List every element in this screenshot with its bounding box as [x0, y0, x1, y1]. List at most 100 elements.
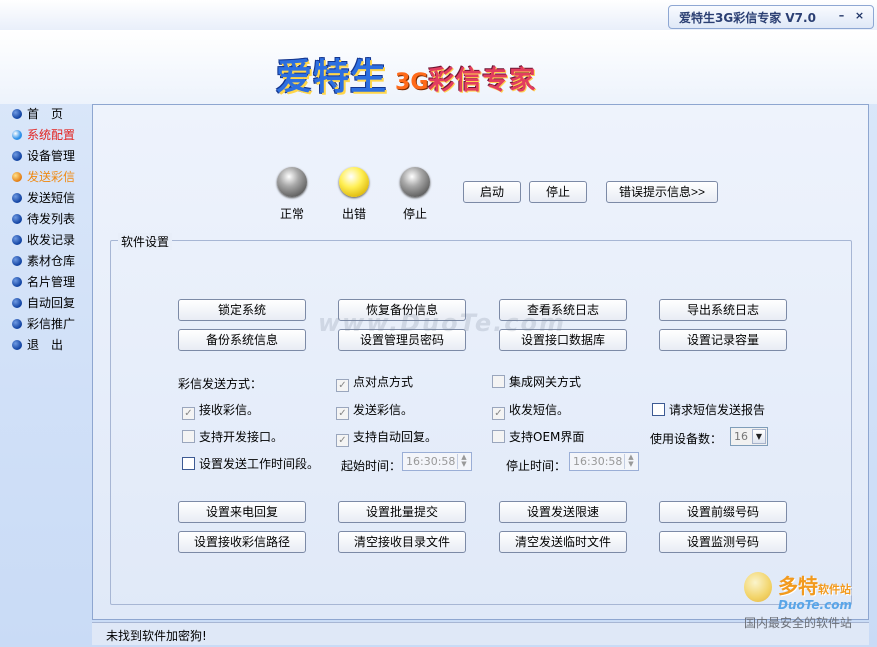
start-button[interactable]: 启动 — [463, 181, 521, 203]
sidebar-item-label: 退 出 — [27, 338, 64, 352]
settings-group: 软件设置 锁定系统 恢复备份信息 查看系统日志 导出系统日志 备份系统信息 设置… — [110, 233, 852, 605]
gateway-mode-label: 集成网关方式 — [509, 375, 582, 389]
check-icon: ✓ — [492, 407, 505, 420]
minimize-button[interactable]: – — [835, 9, 848, 23]
settings-group-title: 软件设置 — [118, 233, 173, 250]
watermark-brand-en: DuoTe.com — [778, 598, 852, 612]
window-title: 爱特生3G彩信专家 V7.0 — [679, 11, 816, 25]
support-auto-reply-checkbox[interactable]: ✓ 支持自动回复。 — [336, 430, 437, 447]
start-time-input[interactable]: 16:30:58 ▲ ▼ — [402, 452, 472, 471]
send-mms-label: 发送彩信。 — [353, 403, 414, 417]
sidebar-item-label: 设备管理 — [27, 149, 76, 163]
sidebar-item-label: 名片管理 — [27, 275, 76, 289]
bullet-icon — [12, 214, 22, 224]
sidebar-item-home[interactable]: 首 页 — [8, 104, 88, 125]
error-status-label: 出错 — [341, 207, 366, 221]
device-count-select[interactable]: 16 ▼ — [730, 427, 768, 446]
sidebar-item-label: 发送彩信 — [27, 170, 76, 184]
clear-receive-dir-button[interactable]: 清空接收目录文件 — [338, 531, 466, 553]
logo-sub-text: 彩信专家 — [428, 66, 537, 96]
status-message: 未找到软件加密狗! — [106, 629, 207, 643]
clear-send-temp-button[interactable]: 清空发送临时文件 — [499, 531, 627, 553]
sidebar-item-mms-promotion[interactable]: 彩信推广 — [8, 314, 88, 335]
sidebar-item-device-management[interactable]: 设备管理 — [8, 146, 88, 167]
normal-status-label: 正常 — [279, 207, 304, 221]
receive-mms-label: 接收彩信。 — [199, 403, 260, 417]
support-dev-interface-label: 支持开发接口。 — [199, 430, 284, 444]
backup-system-info-button[interactable]: 备份系统信息 — [178, 329, 306, 351]
logo-3g-text: 3G — [395, 70, 429, 95]
sidebar-item-material-store[interactable]: 素材仓库 — [8, 251, 88, 272]
p2p-mode-checkbox[interactable]: ✓ 点对点方式 — [336, 375, 413, 392]
error-info-button[interactable]: 错误提示信息>> — [606, 181, 718, 203]
lock-system-button[interactable]: 锁定系统 — [178, 299, 306, 321]
sidebar-item-auto-reply[interactable]: 自动回复 — [8, 293, 88, 314]
set-send-rate-limit-button[interactable]: 设置发送限速 — [499, 501, 627, 523]
support-auto-reply-label: 支持自动回复。 — [353, 430, 438, 444]
watermark-brand: 多特软件站 — [778, 570, 851, 599]
sidebar-nav: 首 页 系统配置 设备管理 发送彩信 发送短信 待发列表 收发记录 素材仓库 名… — [8, 104, 88, 356]
set-record-capacity-button[interactable]: 设置记录容量 — [659, 329, 787, 351]
send-recv-sms-checkbox[interactable]: ✓ 收发短信。 — [492, 403, 569, 420]
header-banner: 爱特生 3G彩信专家 — [0, 30, 877, 104]
bullet-icon — [12, 319, 22, 329]
sidebar-item-label: 彩信推广 — [27, 317, 76, 331]
watermark-brand-main: 多特 — [778, 574, 818, 598]
sidebar-item-send-mms[interactable]: 发送彩信 — [8, 167, 88, 188]
work-period-label: 设置发送工作时间段。 — [199, 457, 320, 471]
set-receive-mms-path-button[interactable]: 设置接收彩信路径 — [178, 531, 306, 553]
stopped-status-label: 停止 — [402, 207, 427, 221]
app-logo: 爱特生 3G彩信专家 — [276, 48, 536, 100]
device-count-value: 16 — [734, 430, 748, 443]
title-box: 爱特生3G彩信专家 V7.0 – × — [668, 5, 874, 29]
sidebar-item-exit[interactable]: 退 出 — [8, 335, 88, 356]
export-system-log-button[interactable]: 导出系统日志 — [659, 299, 787, 321]
start-time-label: 起始时间： — [341, 459, 402, 473]
bullet-icon — [12, 109, 22, 119]
request-sms-report-checkbox[interactable]: 请求短信发送报告 — [652, 403, 765, 417]
sidebar-item-label: 收发记录 — [27, 233, 76, 247]
send-mms-checkbox[interactable]: ✓ 发送彩信。 — [336, 403, 413, 420]
sidebar-item-records[interactable]: 收发记录 — [8, 230, 88, 251]
stop-time-input[interactable]: 16:30:58 ▲ ▼ — [569, 452, 639, 471]
p2p-mode-label: 点对点方式 — [353, 375, 414, 389]
checkbox-icon — [492, 430, 505, 443]
bullet-icon — [12, 277, 22, 287]
set-call-reply-button[interactable]: 设置来电回复 — [178, 501, 306, 523]
stop-button[interactable]: 停止 — [529, 181, 587, 203]
main-panel: 正常 出错 停止 启动 停止 错误提示信息>> 软件设置 锁定系统 恢复备份信息… — [92, 104, 869, 620]
sidebar-item-system-config[interactable]: 系统配置 — [8, 125, 88, 146]
bullet-icon — [12, 193, 22, 203]
dropdown-arrow-icon[interactable]: ▼ — [752, 429, 766, 444]
receive-mms-checkbox[interactable]: ✓ 接收彩信。 — [182, 403, 259, 420]
spin-arrows-icon[interactable]: ▲ ▼ — [624, 454, 637, 469]
set-prefix-number-button[interactable]: 设置前缀号码 — [659, 501, 787, 523]
sidebar-item-send-sms[interactable]: 发送短信 — [8, 188, 88, 209]
check-icon: ✓ — [336, 434, 349, 447]
set-monitor-number-button[interactable]: 设置监测号码 — [659, 531, 787, 553]
title-bar: 爱特生3G彩信专家 V7.0 – × — [0, 0, 877, 31]
support-oem-checkbox[interactable]: 支持OEM界面 — [492, 430, 584, 444]
sidebar-item-label: 待发列表 — [27, 212, 76, 226]
mascot-icon — [744, 572, 772, 602]
bullet-icon — [12, 172, 22, 182]
send-mode-label: 彩信发送方式： — [178, 377, 263, 391]
normal-status-light — [277, 167, 307, 197]
set-batch-submit-button[interactable]: 设置批量提交 — [338, 501, 466, 523]
sidebar-item-cards[interactable]: 名片管理 — [8, 272, 88, 293]
sidebar-item-pending-list[interactable]: 待发列表 — [8, 209, 88, 230]
bullet-icon — [12, 340, 22, 350]
check-icon: ✓ — [336, 379, 349, 392]
stop-time-value: 16:30:58 — [573, 455, 623, 468]
gateway-mode-checkbox[interactable]: 集成网关方式 — [492, 375, 581, 389]
support-oem-label: 支持OEM界面 — [509, 430, 585, 444]
logo-main-text: 爱特生 — [276, 57, 388, 98]
sidebar-item-label: 发送短信 — [27, 191, 76, 205]
support-dev-interface-checkbox[interactable]: 支持开发接口。 — [182, 430, 283, 444]
work-period-checkbox[interactable]: 设置发送工作时间段。 — [182, 457, 319, 471]
stop-time-label: 停止时间： — [506, 459, 567, 473]
checkbox-icon — [182, 457, 195, 470]
close-button[interactable]: × — [853, 9, 866, 23]
bullet-icon — [12, 235, 22, 245]
spin-arrows-icon[interactable]: ▲ ▼ — [457, 454, 470, 469]
